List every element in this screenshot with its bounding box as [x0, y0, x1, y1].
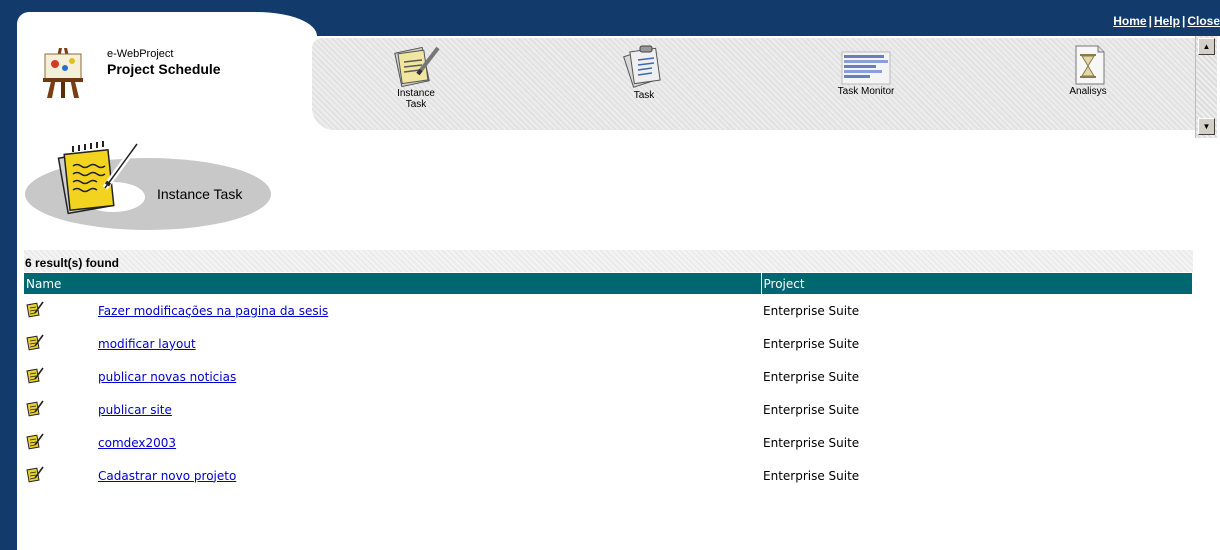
task-icon	[24, 459, 98, 492]
toolbar-label: Analisys	[1069, 86, 1107, 97]
link-separator: |	[1148, 14, 1152, 28]
toolbar-label: Task	[405, 99, 427, 110]
help-link[interactable]: Help	[1154, 14, 1180, 28]
table-header-row: Name Project	[24, 273, 1193, 294]
page-title-badge: Instance Task	[25, 138, 275, 238]
task-link[interactable]: Cadastrar novo projeto	[98, 469, 236, 483]
toolbar: Instance Task Task Task Monitor Analisys	[312, 38, 1200, 130]
table-row: publicar novas noticias Enterprise Suite	[24, 360, 1193, 393]
project-cell: Enterprise Suite	[763, 402, 860, 417]
header: e-WebProject Project Schedule Instance T…	[17, 36, 1200, 136]
task-name-cell: comdex2003	[98, 426, 761, 459]
column-header-project[interactable]: Project	[761, 273, 1193, 294]
header-scrollbar[interactable]: ▲ ▼	[1195, 36, 1217, 138]
results-table: Name Project Fazer modificações na pagin…	[24, 273, 1193, 492]
table-row: publicar site Enterprise Suite	[24, 393, 1193, 426]
bar-chart-icon	[841, 51, 891, 85]
close-link[interactable]: Close	[1187, 14, 1220, 28]
top-bar: Home | Help | Close	[0, 0, 1220, 36]
table-row: Cadastrar novo projeto Enterprise Suite	[24, 459, 1193, 492]
project-cell: Enterprise Suite	[763, 369, 860, 384]
top-links: Home | Help | Close	[1113, 14, 1220, 28]
column-header-name[interactable]: Name	[24, 273, 762, 294]
clipboard-icon	[623, 45, 661, 88]
task-icon	[24, 393, 98, 426]
task-icon	[24, 426, 98, 459]
table-row: Fazer modificações na pagina da sesis Ent…	[24, 294, 1193, 327]
task-name-cell: modificar layout	[98, 327, 761, 360]
task-name-cell: publicar site	[98, 393, 761, 426]
toolbar-instance-task[interactable]: Instance Task	[386, 44, 446, 110]
notepad-pencil-icon	[57, 141, 140, 215]
easel-icon	[43, 48, 83, 98]
project-cell: Enterprise Suite	[763, 468, 860, 483]
scroll-up-button[interactable]: ▲	[1198, 38, 1215, 55]
task-link[interactable]: comdex2003	[98, 436, 176, 450]
task-icon	[24, 327, 98, 360]
task-name-cell: publicar novas noticias	[98, 360, 761, 393]
results-count: 6 result(s) found	[24, 250, 1193, 272]
project-cell: Enterprise Suite	[763, 303, 860, 318]
page-title: Instance Task	[157, 186, 243, 202]
project-cell: Enterprise Suite	[763, 336, 860, 351]
brand-subtitle: e-WebProject	[107, 48, 174, 60]
project-cell: Enterprise Suite	[763, 435, 860, 450]
toolbar-task[interactable]: Task	[614, 42, 674, 101]
header-tab-shape	[17, 12, 317, 36]
task-link[interactable]: Fazer modificações na pagina da sesis	[98, 304, 328, 318]
brand: e-WebProject Project Schedule	[107, 48, 221, 77]
left-frame-border	[0, 0, 17, 550]
toolbar-label: Task	[633, 90, 655, 101]
toolbar-analisys[interactable]: Analisys	[1058, 44, 1118, 97]
task-link[interactable]: publicar novas noticias	[98, 370, 236, 384]
scroll-down-button[interactable]: ▼	[1198, 118, 1215, 135]
task-name-cell: Cadastrar novo projeto	[98, 459, 761, 492]
toolbar-label: Instance	[397, 88, 435, 99]
task-link[interactable]: publicar site	[98, 403, 172, 417]
table-row: comdex2003 Enterprise Suite	[24, 426, 1193, 459]
home-link[interactable]: Home	[1113, 14, 1146, 28]
hourglass-icon	[1075, 45, 1105, 85]
notepad-pencil-icon	[394, 46, 440, 88]
task-link[interactable]: modificar layout	[98, 337, 196, 351]
task-icon	[24, 294, 98, 327]
task-name-cell: Fazer modificações na pagina da sesis	[98, 294, 761, 327]
table-row: modificar layout Enterprise Suite	[24, 327, 1193, 360]
toolbar-label: Task Monitor	[837, 86, 895, 97]
task-icon	[24, 360, 98, 393]
brand-title: Project Schedule	[107, 61, 221, 77]
toolbar-task-monitor[interactable]: Task Monitor	[826, 50, 906, 97]
